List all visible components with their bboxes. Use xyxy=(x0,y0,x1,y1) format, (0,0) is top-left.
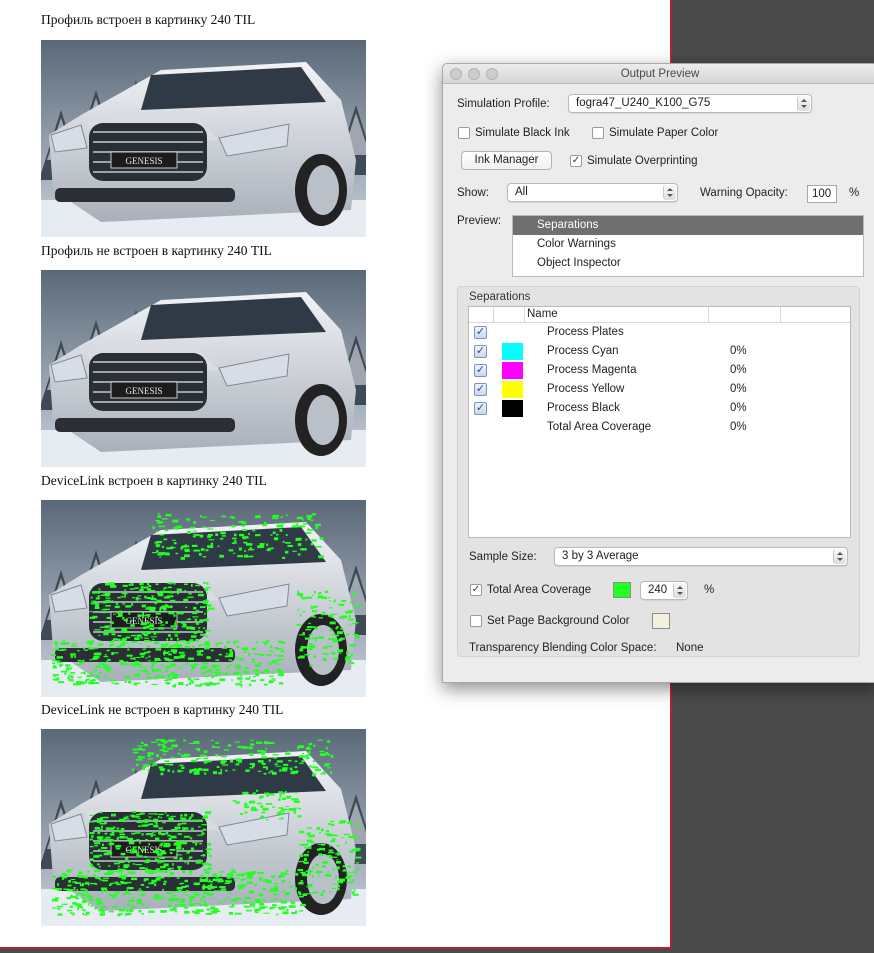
column-header-name[interactable]: Name xyxy=(527,308,558,320)
separation-visibility-checkbox[interactable]: ✓ xyxy=(474,326,487,339)
simulate-overprinting-checkbox[interactable]: ✓ xyxy=(570,155,582,167)
transparency-color-space-label: Transparency Blending Color Space: xyxy=(469,642,657,654)
coverage-color-swatch[interactable] xyxy=(613,582,631,598)
lower-intake xyxy=(55,418,235,432)
column-divider xyxy=(524,307,525,322)
preview-mode-list[interactable]: Separations Color Warnings Object Inspec… xyxy=(512,215,864,277)
simulate-black-ink-checkbox[interactable] xyxy=(458,127,470,139)
page-background-checkbox[interactable] xyxy=(470,615,482,627)
popup-arrows-icon xyxy=(663,185,676,200)
separation-name: Process Cyan xyxy=(547,345,619,357)
coverage-value: 240 xyxy=(648,584,668,596)
page-background-color-swatch[interactable] xyxy=(652,613,670,629)
dialog-titlebar[interactable]: Output Preview xyxy=(443,64,874,84)
show-label: Show: xyxy=(457,187,489,199)
separation-name: Process Black xyxy=(547,402,620,414)
car-photo-graphic: GENESIS xyxy=(41,40,366,237)
simulation-profile-label: Simulation Profile: xyxy=(457,98,550,110)
coverage-value-combo[interactable]: 240 xyxy=(640,581,688,600)
separation-percent: 0% xyxy=(730,421,747,433)
close-window-button[interactable] xyxy=(450,68,462,80)
total-area-coverage-label: Total Area Coverage xyxy=(487,584,592,596)
car-photo-graphic: GENESIS xyxy=(41,270,366,467)
coverage-percent-label: % xyxy=(704,584,715,596)
separation-visibility-checkbox[interactable]: ✓ xyxy=(474,345,487,358)
simulation-profile-select[interactable]: fogra47_U240_K100_G75 xyxy=(568,94,812,113)
show-value: All xyxy=(515,186,528,198)
transparency-color-space-value: None xyxy=(676,642,704,654)
separation-row[interactable]: ✓ Process Cyan 0% xyxy=(469,342,850,361)
separation-row[interactable]: ✓ Process Plates xyxy=(469,323,850,342)
popup-arrows-icon xyxy=(833,549,846,564)
zoom-window-button[interactable] xyxy=(486,68,498,80)
output-preview-dialog: Output Preview Simulation Profile: fogra… xyxy=(442,63,874,683)
lower-intake xyxy=(55,188,235,202)
separations-panel: Separations Name ✓ Process Plates ✓ Proces… xyxy=(457,286,860,657)
car-image-4-with-warnings: GENESIS xyxy=(41,729,366,926)
separation-name: Process Magenta xyxy=(547,364,637,376)
column-divider xyxy=(780,307,781,322)
chevron-down-icon xyxy=(673,583,686,598)
preview-option-color-warnings[interactable]: Color Warnings xyxy=(513,235,863,254)
ink-color-swatch xyxy=(502,343,523,360)
simulation-profile-value: fogra47_U240_K100_G75 xyxy=(576,97,711,109)
car-photo-graphic: GENESIS xyxy=(41,500,366,697)
warning-opacity-label: Warning Opacity: xyxy=(700,187,788,199)
separation-name: Total Area Coverage xyxy=(547,421,652,433)
separations-title: Separations xyxy=(469,291,531,303)
badge-text: GENESIS xyxy=(125,156,162,166)
separation-percent: 0% xyxy=(730,402,747,414)
separation-visibility-checkbox[interactable]: ✓ xyxy=(474,364,487,377)
separation-row[interactable]: ✓ Process Magenta 0% xyxy=(469,361,850,380)
popup-arrows-icon xyxy=(797,96,810,111)
separation-percent: 0% xyxy=(730,345,747,357)
ink-color-swatch xyxy=(502,381,523,398)
sample-size-select[interactable]: 3 by 3 Average xyxy=(554,547,848,566)
separation-visibility-checkbox[interactable]: ✓ xyxy=(474,383,487,396)
preview-label: Preview: xyxy=(457,215,502,227)
separation-name: Process Plates xyxy=(547,326,624,338)
warning-opacity-percent: % xyxy=(849,187,860,199)
sample-size-label: Sample Size: xyxy=(469,551,537,563)
simulate-black-ink-label: Simulate Black Ink xyxy=(475,127,570,139)
caption-4: DeviceLink не встроен в картинку 240 TIL xyxy=(41,702,284,717)
column-divider xyxy=(708,307,709,322)
warning-opacity-input[interactable]: 100 xyxy=(807,185,837,203)
separations-table-header: Name xyxy=(469,307,850,323)
separation-row[interactable]: ✓ Process Yellow 0% xyxy=(469,380,850,399)
show-select[interactable]: All xyxy=(507,183,678,202)
total-area-coverage-checkbox[interactable]: ✓ xyxy=(470,584,482,596)
separations-table: Name ✓ Process Plates ✓ Process Cyan 0% ✓ Pr… xyxy=(468,306,851,538)
separation-name: Process Yellow xyxy=(547,383,625,395)
car-photo-graphic: GENESIS xyxy=(41,729,366,926)
preview-option-object-inspector[interactable]: Object Inspector xyxy=(513,254,863,273)
column-divider xyxy=(493,307,494,322)
page-background-label: Set Page Background Color xyxy=(487,615,630,627)
separation-row[interactable]: ✓ Process Black 0% xyxy=(469,399,850,418)
minimize-window-button[interactable] xyxy=(468,68,480,80)
ink-color-swatch xyxy=(502,400,523,417)
caption-3: DeviceLink встроен в картинку 240 TIL xyxy=(41,473,267,488)
badge-text: GENESIS xyxy=(125,386,162,396)
car-image-2: GENESIS xyxy=(41,270,366,467)
separation-row[interactable]: Total Area Coverage 0% xyxy=(469,418,850,437)
caption-2: Профиль не встроен в картинку 240 TIL xyxy=(41,243,272,258)
separation-percent: 0% xyxy=(730,364,747,376)
ink-color-swatch xyxy=(502,362,523,379)
separations-rows: ✓ Process Plates ✓ Process Cyan 0% ✓ Process… xyxy=(469,323,850,437)
ink-manager-button[interactable]: Ink Manager xyxy=(461,151,552,170)
sample-size-value: 3 by 3 Average xyxy=(562,550,639,562)
dialog-title: Output Preview xyxy=(620,68,700,80)
car-image-3-with-warnings: GENESIS xyxy=(41,500,366,697)
simulate-paper-color-checkbox[interactable] xyxy=(592,127,604,139)
simulate-overprinting-label: Simulate Overprinting xyxy=(587,155,698,167)
caption-1: Профиль встроен в картинку 240 TIL xyxy=(41,12,256,27)
simulate-paper-color-label: Simulate Paper Color xyxy=(609,127,719,139)
car-image-1: GENESIS xyxy=(41,40,366,237)
preview-option-separations[interactable]: Separations xyxy=(513,216,863,235)
separation-percent: 0% xyxy=(730,383,747,395)
separation-visibility-checkbox[interactable]: ✓ xyxy=(474,402,487,415)
